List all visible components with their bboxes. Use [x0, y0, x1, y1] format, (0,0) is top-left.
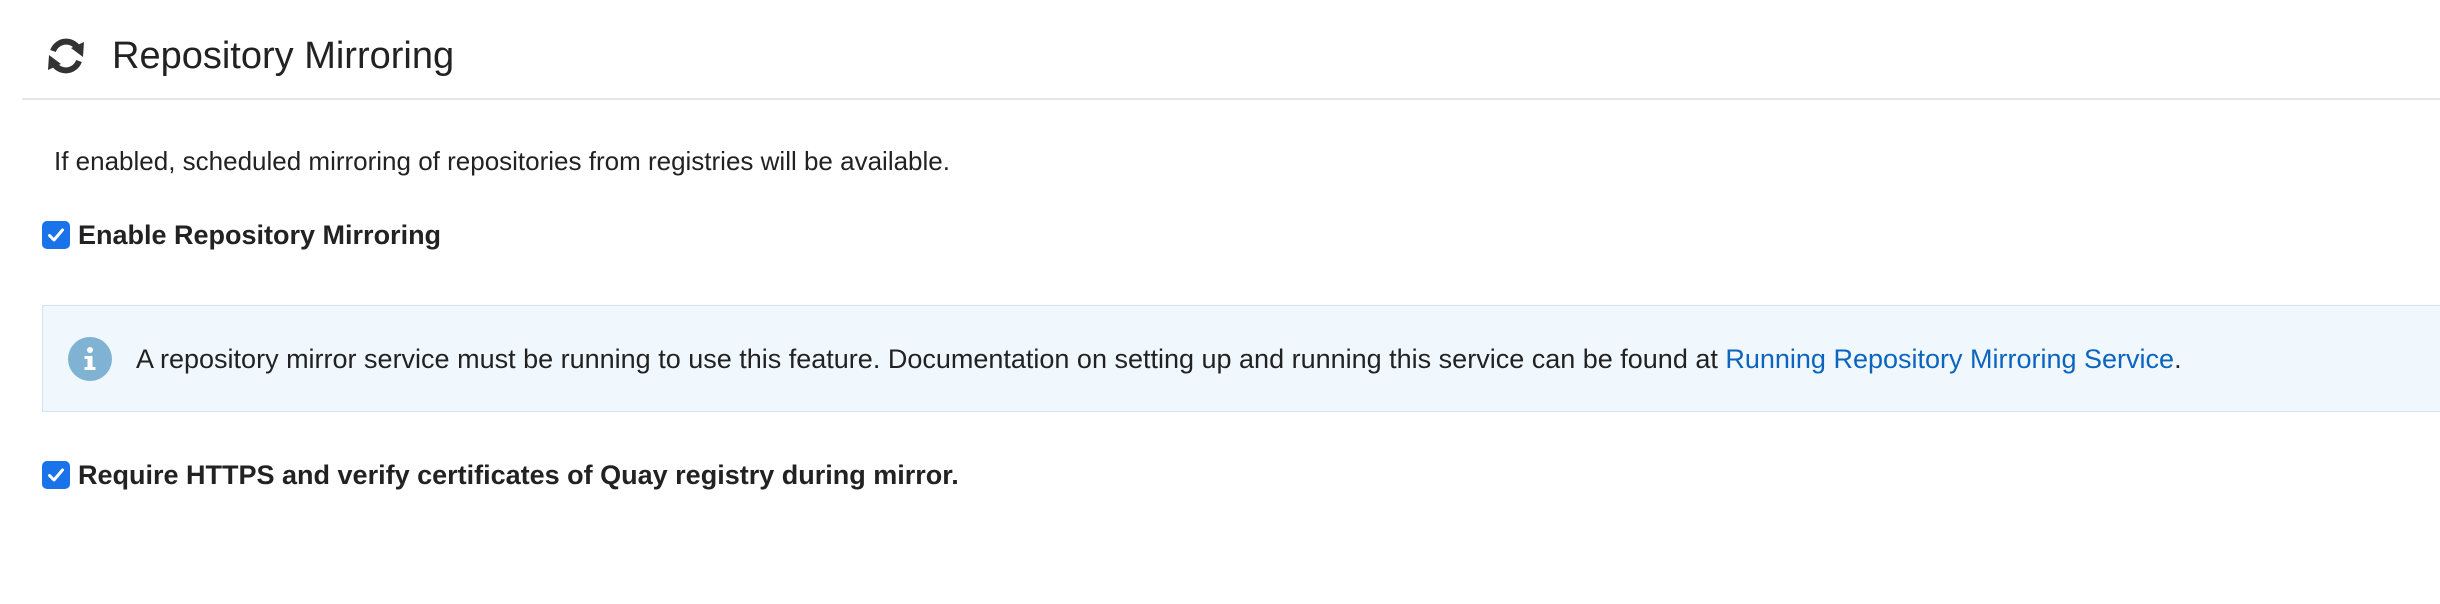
checkmark-icon: [48, 468, 64, 482]
section-header: Repository Mirroring: [22, 0, 2440, 100]
require-https-option[interactable]: Require HTTPS and verify certificates of…: [42, 458, 959, 492]
require-https-label[interactable]: Require HTTPS and verify certificates of…: [78, 458, 959, 492]
info-alert: A repository mirror service must be runn…: [42, 305, 2440, 412]
section-title: Repository Mirroring: [112, 35, 455, 77]
checkmark-icon: [48, 228, 64, 242]
require-https-checkbox[interactable]: [42, 461, 70, 489]
section-description: If enabled, scheduled mirroring of repos…: [54, 146, 950, 176]
enable-mirroring-checkbox[interactable]: [42, 221, 70, 249]
mirroring-docs-link[interactable]: Running Repository Mirroring Service: [1725, 344, 2174, 374]
enable-mirroring-label[interactable]: Enable Repository Mirroring: [78, 218, 441, 252]
sync-icon: [48, 38, 84, 74]
info-message-suffix: .: [2174, 344, 2182, 374]
repository-mirroring-section: Repository Mirroring If enabled, schedul…: [0, 0, 2440, 604]
enable-mirroring-option[interactable]: Enable Repository Mirroring: [42, 218, 441, 252]
info-message-text: A repository mirror service must be runn…: [136, 344, 1726, 374]
info-message: A repository mirror service must be runn…: [136, 342, 2182, 376]
info-circle-icon: [68, 337, 112, 381]
